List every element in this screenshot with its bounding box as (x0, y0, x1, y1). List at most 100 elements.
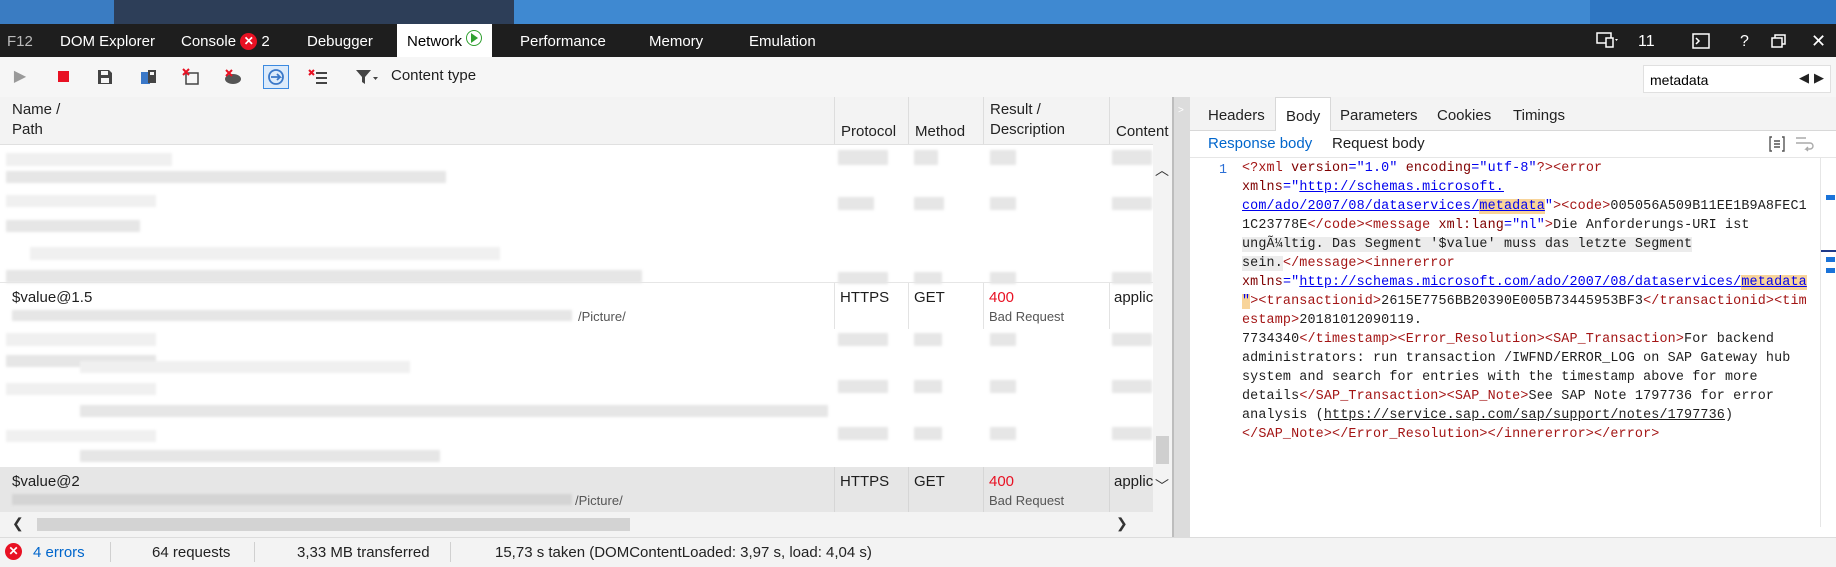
help-icon[interactable]: ? (1740, 24, 1749, 57)
code-link[interactable]: http://schemas.microsoft. (1299, 180, 1504, 195)
search-input[interactable] (1644, 66, 1800, 92)
clear-cookies-icon[interactable] (306, 66, 330, 88)
code-line: 7734340</timestamp><Error_Resolution><SA… (1242, 332, 1774, 347)
column-header-name[interactable]: Name / Path (0, 97, 834, 144)
redacted-text (914, 380, 942, 393)
body-subtabs: Response body Request body (1190, 130, 1836, 158)
code-line: com/ado/2007/08/dataservices/metadata"><… (1242, 199, 1807, 214)
code-link[interactable]: http://schemas.microsoft.com/ado/2007/08… (1299, 275, 1741, 290)
code-token: ) (1724, 408, 1734, 423)
redacted-text (914, 333, 942, 346)
redacted-text (838, 150, 888, 165)
request-protocol: HTTPS (840, 473, 890, 490)
response-body-code: 1 <?xml version="1.0" encoding="utf-8"?>… (1190, 157, 1820, 537)
code-token: For backend (1684, 332, 1775, 347)
code-token: ><code> (1553, 199, 1611, 214)
code-token: 7734340 (1242, 332, 1300, 347)
code-token: =" (1282, 275, 1300, 290)
horizontal-scrollbar[interactable]: ❮ ❯ (0, 512, 1172, 537)
redacted-text (1112, 197, 1152, 210)
code-line: xmlns="http://schemas.microsoft. (1242, 180, 1504, 195)
prev-match-icon[interactable]: ◀ (1799, 70, 1809, 86)
clear-cache-icon[interactable] (221, 66, 245, 88)
close-icon[interactable]: ✕ (1811, 24, 1826, 57)
code-token: ?><error (1536, 161, 1603, 176)
column-header-method[interactable]: Method (908, 97, 983, 144)
tab-cookies[interactable]: Cookies (1437, 97, 1491, 130)
scroll-position-marker (1821, 250, 1836, 252)
redacted-text (1112, 150, 1152, 165)
tab-network[interactable]: Network (397, 24, 493, 57)
tab-performance[interactable]: Performance (520, 24, 606, 57)
line-number: 1 (1219, 163, 1228, 178)
table-row[interactable]: $value@2 /Picture/ HTTPS GET 400 Bad Req… (0, 467, 1154, 513)
search-match[interactable]: metadata (1479, 199, 1545, 214)
tab-emulation[interactable]: Emulation (749, 24, 816, 57)
clear-on-navigate-icon[interactable] (137, 66, 161, 88)
code-token: </timestamp><Error_Resolution><SAP_Trans… (1299, 332, 1685, 347)
code-link[interactable]: com/ado/2007/08/dataservices/ (1242, 199, 1479, 214)
tab-parameters[interactable]: Parameters (1340, 97, 1418, 130)
tab-body[interactable]: Body (1275, 97, 1332, 131)
target-count[interactable]: 11 (1638, 24, 1655, 57)
console-error-count: 2 (261, 33, 270, 50)
scrollbar-thumb[interactable] (37, 518, 630, 531)
code-token: </message><innererror (1282, 256, 1455, 271)
match-marker[interactable] (1826, 257, 1835, 262)
code-line: sein.</message><innererror (1242, 256, 1455, 271)
next-match-icon[interactable]: ▶ (1814, 70, 1824, 86)
console-toggle-icon[interactable] (1692, 24, 1710, 57)
undock-icon[interactable] (1771, 24, 1787, 57)
redacted-text (838, 333, 888, 346)
tab-memory[interactable]: Memory (649, 24, 703, 57)
pretty-print-icon[interactable] (1768, 135, 1786, 156)
stop-icon[interactable] (51, 66, 75, 88)
tab-console[interactable]: Console ✕ 2 (181, 24, 270, 57)
code-token: </transactionid><tim (1643, 294, 1807, 309)
redacted-text (1112, 333, 1152, 346)
scroll-up-icon[interactable]: ︿ (1155, 160, 1169, 180)
redacted-path (12, 494, 572, 505)
column-divider (834, 467, 835, 513)
request-body-tab[interactable]: Request body (1332, 135, 1425, 152)
column-header-content[interactable]: Content (1109, 97, 1172, 144)
code-token: version (1291, 161, 1349, 176)
code-token: administrators: run transaction /IWFND/E… (1242, 351, 1791, 366)
clear-entries-icon[interactable] (179, 66, 203, 88)
scroll-right-icon[interactable]: ❯ (1116, 515, 1128, 532)
search-match[interactable]: metadata (1741, 275, 1807, 290)
code-token: ="1.0" (1348, 161, 1406, 176)
play-icon[interactable]: ▶ (8, 66, 32, 88)
panel-splitter[interactable]: > (1172, 97, 1190, 537)
save-icon[interactable] (93, 66, 117, 88)
code-link[interactable]: https://service.sap.com/sap/support/note… (1324, 408, 1725, 423)
collapse-icon[interactable]: > (1178, 105, 1184, 116)
column-header-result[interactable]: Result / Description (983, 97, 1109, 144)
column-header-protocol[interactable]: Protocol (834, 97, 908, 144)
screen-target-icon[interactable] (1596, 24, 1620, 57)
code-token: ungÃ¼ltig. Das Segment '$value' muss das… (1242, 237, 1693, 252)
tab-debugger[interactable]: Debugger (307, 24, 373, 57)
error-count-link[interactable]: 4 errors (33, 544, 85, 561)
match-overview-ruler[interactable] (1820, 157, 1836, 527)
match-marker[interactable] (1826, 268, 1835, 273)
content-type-filter[interactable]: Content type (391, 67, 476, 84)
code-token: estamp> (1242, 313, 1300, 328)
response-body-tab[interactable]: Response body (1208, 135, 1312, 152)
word-wrap-icon[interactable] (1794, 135, 1814, 156)
scrollbar-thumb[interactable] (1156, 436, 1169, 464)
scroll-left-icon[interactable]: ❮ (12, 515, 24, 532)
f12-label: F12 (7, 33, 33, 50)
table-row[interactable]: $value@1.5 /Picture/ HTTPS GET 400 Bad R… (0, 282, 1154, 329)
scroll-down-icon[interactable]: ﹀ (1155, 476, 1169, 496)
code-line: details</SAP_Transaction><SAP_Note>See S… (1242, 389, 1774, 404)
vertical-scrollbar[interactable]: ︿ ﹀ (1153, 144, 1172, 512)
code-line: administrators: run transaction /IWFND/E… (1242, 351, 1790, 366)
tab-timings[interactable]: Timings (1513, 97, 1565, 130)
status-code: 400 (989, 473, 1015, 490)
always-refresh-icon[interactable] (263, 65, 289, 89)
filter-icon[interactable] (355, 66, 379, 88)
tab-dom-explorer[interactable]: DOM Explorer (60, 24, 155, 57)
match-marker[interactable] (1826, 195, 1835, 200)
tab-headers[interactable]: Headers (1208, 97, 1265, 130)
